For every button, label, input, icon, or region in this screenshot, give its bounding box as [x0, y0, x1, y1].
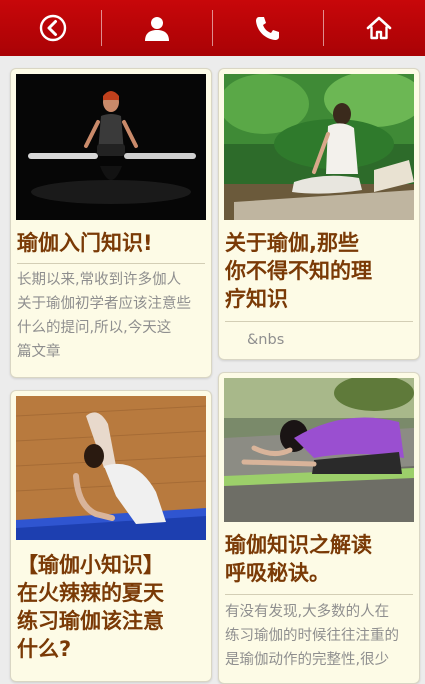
- article-image-yoga-split: [16, 74, 206, 220]
- phone-icon: [256, 17, 279, 40]
- nav-divider: [101, 10, 102, 46]
- nav-divider: [212, 10, 213, 46]
- article-card[interactable]: 瑜伽入门知识! 长期以来,常收到许多伽人 关于瑜伽初学者应该注意些 什么的提问,…: [10, 68, 212, 378]
- article-excerpt: &nbs: [247, 332, 285, 348]
- article-title[interactable]: 关于瑜伽,那些 你不得不知的理 疗知识: [225, 229, 372, 313]
- article-card[interactable]: 关于瑜伽,那些 你不得不知的理 疗知识 &nbs: [218, 68, 420, 360]
- article-image-yoga-backbend: [16, 396, 206, 540]
- user-icon: [145, 17, 169, 41]
- back-circle-icon: [39, 14, 67, 42]
- article-card[interactable]: 【瑜伽小知识】 在火辣辣的夏天 练习瑜伽该注意 什么?: [10, 390, 212, 682]
- card-divider: [225, 594, 413, 595]
- nav-divider: [323, 10, 324, 46]
- article-card[interactable]: 瑜伽知识之解读 呼吸秘诀。 有没有发现,大多数的人在 练习瑜伽的时候往往注重的 …: [218, 372, 420, 684]
- article-excerpt: 有没有发现,大多数的人在 练习瑜伽的时候往往注重的 是瑜伽动作的完整性,很少: [225, 604, 399, 668]
- article-title[interactable]: 【瑜伽小知识】 在火辣辣的夏天 练习瑜伽该注意 什么?: [17, 551, 164, 663]
- article-title[interactable]: 瑜伽入门知识!: [17, 229, 153, 257]
- back-button[interactable]: [0, 0, 106, 56]
- card-divider: [225, 321, 413, 322]
- article-image-yoga-forward-bend: [224, 378, 414, 522]
- article-excerpt: 长期以来,常收到许多伽人 关于瑜伽初学者应该注意些 什么的提问,所以,今天这 篇…: [17, 272, 191, 360]
- article-image-yoga-garden: [224, 74, 414, 220]
- home-icon: [366, 16, 392, 40]
- card-divider: [17, 263, 205, 264]
- user-button[interactable]: [104, 0, 210, 56]
- article-title[interactable]: 瑜伽知识之解读 呼吸秘诀。: [225, 531, 372, 587]
- phone-button[interactable]: [215, 0, 321, 56]
- top-nav-bar: [0, 0, 425, 56]
- home-button[interactable]: [326, 0, 425, 56]
